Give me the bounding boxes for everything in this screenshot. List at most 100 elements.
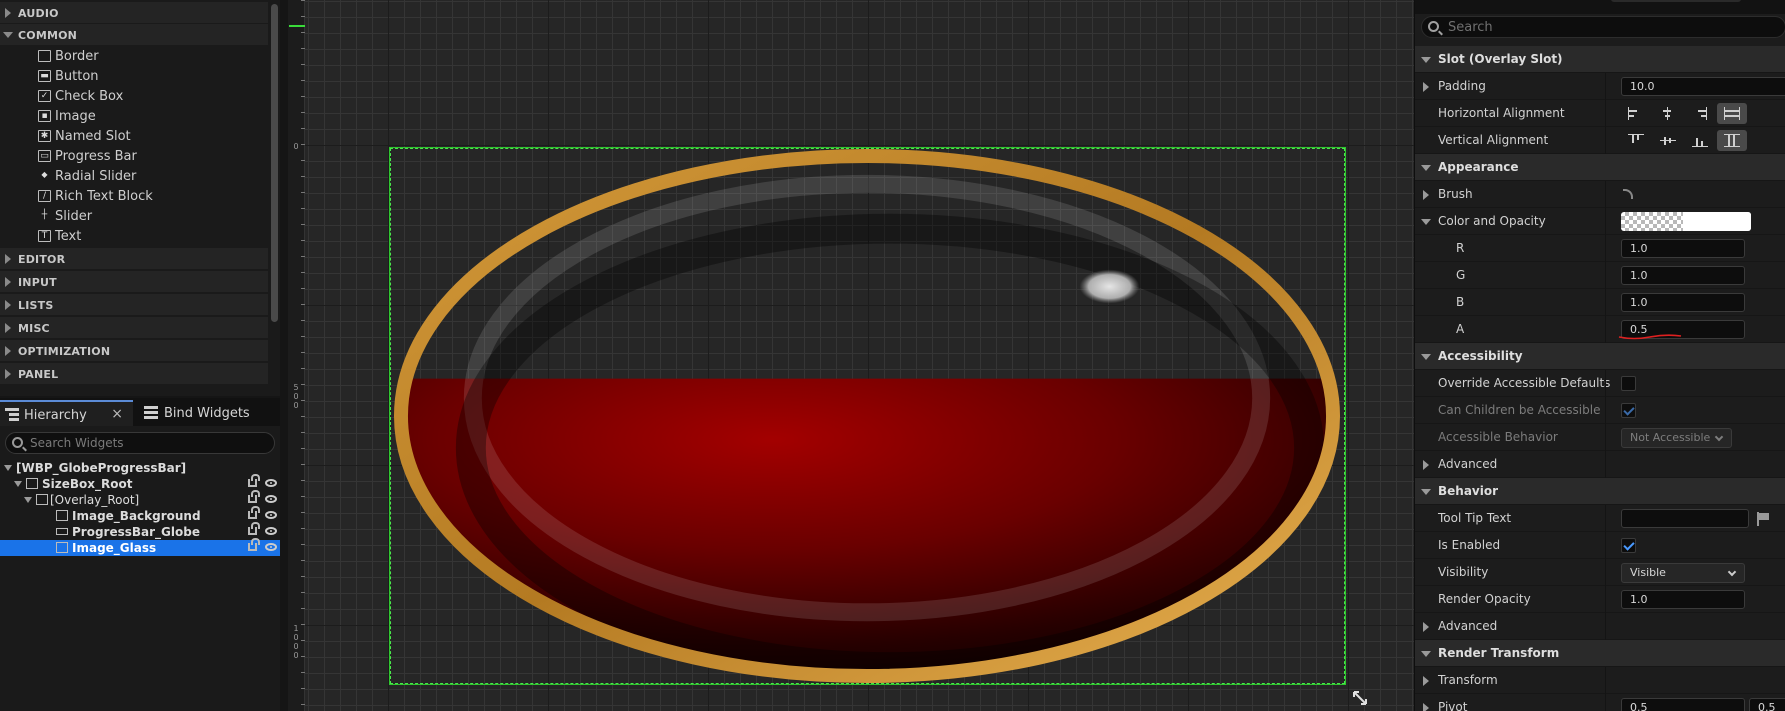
value-field-g[interactable]: 1.0 <box>1621 266 1745 285</box>
details-search-input[interactable] <box>1448 19 1768 35</box>
section-header[interactable]: Behavior <box>1415 478 1785 505</box>
tree-row[interactable]: Image_Background <box>0 506 280 524</box>
palette-category-common[interactable]: COMMON <box>0 24 268 46</box>
column-splitter[interactable] <box>1605 586 1606 613</box>
tab-hierarchy[interactable]: Hierarchy × <box>0 400 133 426</box>
column-splitter[interactable] <box>1605 424 1606 451</box>
palette-item-border[interactable]: Border <box>0 46 268 66</box>
palette-item-progress-bar[interactable]: ▭ Progress Bar <box>0 146 268 166</box>
column-splitter[interactable] <box>1605 451 1606 478</box>
close-tab-button[interactable]: × <box>111 406 123 422</box>
visibility-eye-icon[interactable] <box>265 543 277 551</box>
padding-field[interactable]: 10.0 <box>1621 77 1785 96</box>
palette-category-misc[interactable]: MISC <box>0 317 268 339</box>
column-splitter[interactable] <box>1605 208 1606 235</box>
visibility-eye-icon[interactable] <box>265 511 277 519</box>
align-bottom-button[interactable] <box>1685 130 1715 151</box>
column-splitter[interactable] <box>1605 289 1606 316</box>
align-center-h-button[interactable] <box>1653 103 1683 124</box>
tooltip-text-field[interactable] <box>1621 509 1749 528</box>
palette-item-button[interactable]: ▬ Button <box>0 66 268 86</box>
tree-row[interactable]: [WBP_GlobeProgressBar] <box>0 460 280 476</box>
value-field-render-opacity[interactable]: 1.0 <box>1621 590 1745 609</box>
section-header[interactable]: Accessibility <box>1415 343 1785 370</box>
align-fill-v-button[interactable] <box>1717 130 1747 151</box>
visibility-eye-icon[interactable] <box>265 495 277 503</box>
color-swatch[interactable] <box>1621 212 1751 231</box>
column-splitter[interactable] <box>1605 532 1606 559</box>
column-splitter[interactable] <box>1605 505 1606 532</box>
tree-row[interactable]: ProgressBar_Globe <box>0 522 280 540</box>
resize-handle-icon[interactable] <box>1352 690 1368 706</box>
column-splitter[interactable] <box>1605 262 1606 289</box>
tree-row[interactable]: [Overlay_Root] <box>0 490 280 508</box>
palette-item-rich-text[interactable]: / Rich Text Block <box>0 186 268 206</box>
chevron-down-icon[interactable] <box>1421 219 1431 225</box>
column-splitter[interactable] <box>1605 694 1606 711</box>
column-splitter[interactable] <box>1605 559 1606 586</box>
chevron-down-icon[interactable] <box>1421 354 1431 360</box>
visibility-eye-icon[interactable] <box>265 527 277 535</box>
chevron-down-icon[interactable] <box>24 497 32 503</box>
lock-icon[interactable] <box>248 490 260 503</box>
section-header[interactable]: Appearance <box>1415 154 1785 181</box>
align-left-button[interactable] <box>1621 103 1651 124</box>
column-splitter[interactable] <box>1605 73 1606 100</box>
chevron-down-icon[interactable] <box>4 465 12 471</box>
localization-flag-icon[interactable] <box>1757 512 1771 526</box>
palette-item-slider[interactable]: ┼ Slider <box>0 206 268 226</box>
palette-category-panel[interactable]: PANEL <box>0 363 268 385</box>
align-center-v-button[interactable] <box>1653 130 1683 151</box>
palette-item-text[interactable]: T Text <box>0 226 268 246</box>
tab-bind-widgets[interactable]: Bind Widgets <box>138 400 280 426</box>
palette-scrollbar[interactable] <box>271 4 278 322</box>
chevron-right-icon[interactable] <box>1423 676 1429 686</box>
chevron-right-icon[interactable] <box>1423 703 1429 711</box>
search-widgets-field[interactable] <box>5 432 275 454</box>
column-splitter[interactable] <box>1605 370 1606 397</box>
palette-item-named-slot[interactable]: ✱ Named Slot <box>0 126 268 146</box>
dropdown[interactable]: Visible <box>1621 563 1745 583</box>
brush-thumbnail-icon[interactable] <box>1623 189 1633 199</box>
column-splitter[interactable] <box>1605 235 1606 262</box>
section-header[interactable]: Render Transform <box>1415 640 1785 667</box>
chevron-right-icon[interactable] <box>1423 82 1429 92</box>
column-splitter[interactable] <box>1605 397 1606 424</box>
column-splitter[interactable] <box>1605 316 1606 343</box>
chevron-right-icon[interactable] <box>1423 190 1429 200</box>
section-header[interactable]: Slot (Overlay Slot) <box>1415 46 1785 73</box>
palette-category-optimization[interactable]: OPTIMIZATION <box>0 340 268 362</box>
visibility-eye-icon[interactable] <box>265 479 277 487</box>
chevron-down-icon[interactable] <box>1421 651 1431 657</box>
chevron-down-icon[interactable] <box>1421 57 1431 63</box>
chevron-down-icon[interactable] <box>1421 165 1431 171</box>
column-splitter[interactable] <box>1605 127 1606 154</box>
lock-icon[interactable] <box>248 474 260 487</box>
chevron-down-icon[interactable] <box>1421 489 1431 495</box>
details-search-field[interactable] <box>1421 16 1785 38</box>
lock-icon[interactable] <box>248 506 260 519</box>
checkbox[interactable] <box>1621 376 1636 391</box>
lock-icon[interactable] <box>248 522 260 535</box>
palette-category-audio[interactable]: AUDIO <box>0 2 268 24</box>
chevron-right-icon[interactable] <box>1423 460 1429 470</box>
column-splitter[interactable] <box>1605 100 1606 127</box>
column-splitter[interactable] <box>1605 667 1606 694</box>
column-splitter[interactable] <box>1605 181 1606 208</box>
align-fill-h-button[interactable] <box>1717 103 1747 124</box>
chevron-right-icon[interactable] <box>1423 622 1429 632</box>
palette-category-input[interactable]: INPUT <box>0 271 268 293</box>
tree-row[interactable]: Image_Glass <box>0 538 280 556</box>
pivot-y-field[interactable]: 0.5 <box>1749 698 1785 711</box>
palette-item-checkbox[interactable]: ✓ Check Box <box>0 86 268 106</box>
chevron-down-icon[interactable] <box>14 481 22 487</box>
lock-icon[interactable] <box>248 538 260 551</box>
palette-item-image[interactable]: ▪ Image <box>0 106 268 126</box>
palette-category-lists[interactable]: LISTS <box>0 294 268 316</box>
value-field-r[interactable]: 1.0 <box>1621 239 1745 258</box>
align-right-button[interactable] <box>1685 103 1715 124</box>
tree-row[interactable]: SizeBox_Root <box>0 474 280 492</box>
palette-item-radial-slider[interactable]: ◆ Radial Slider <box>0 166 268 186</box>
palette-category-editor[interactable]: EDITOR <box>0 248 268 270</box>
column-splitter[interactable] <box>1605 613 1606 640</box>
